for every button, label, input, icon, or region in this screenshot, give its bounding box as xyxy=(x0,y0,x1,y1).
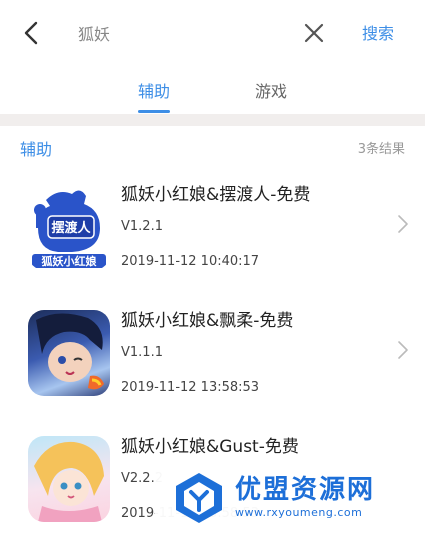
watermark-url: www.rxyoumeng.com xyxy=(235,505,363,519)
tab-bar: 辅助 游戏 xyxy=(0,66,425,114)
search-header: 搜索 xyxy=(0,0,425,66)
watermark: 优盟资源网 www.rxyoumeng.com xyxy=(155,463,416,532)
chevron-right-icon xyxy=(398,341,408,359)
app-icon-gust xyxy=(28,436,110,522)
clear-button[interactable] xyxy=(300,19,328,47)
tab-game[interactable]: 游戏 xyxy=(255,78,287,102)
back-button[interactable] xyxy=(18,18,44,48)
search-input[interactable] xyxy=(66,17,286,49)
clear-icon xyxy=(304,23,324,43)
item-title: 狐妖小红娘&飘柔-免费 xyxy=(121,311,294,331)
svg-text:摆渡人: 摆渡人 xyxy=(51,220,91,236)
tab-assist[interactable]: 辅助 xyxy=(138,78,170,102)
list-item[interactable]: 狐妖小红娘&飘柔-免费 V1.1.1 2019-11-12 13:58:53 xyxy=(0,296,425,421)
section-header: 辅助 3条结果 xyxy=(0,126,425,168)
result-count: 3条结果 xyxy=(357,142,405,157)
item-version: V1.2.1 xyxy=(121,219,163,234)
app-icon-baiduren: 摆渡人 狐妖小红娘 xyxy=(28,184,110,270)
item-title: 狐妖小红娘&Gust-免费 xyxy=(121,437,299,457)
item-title: 狐妖小红娘&摆渡人-免费 xyxy=(121,185,311,205)
app-icon-piaorou xyxy=(28,310,110,396)
section-divider xyxy=(0,114,425,126)
item-version: V1.1.1 xyxy=(121,345,163,360)
item-date: 2019-11-12 13:58:53 xyxy=(121,380,260,395)
chevron-right-icon xyxy=(398,215,408,233)
section-title: 辅助 xyxy=(20,140,53,159)
active-tab-indicator xyxy=(138,110,170,113)
item-date: 2019-11-12 10:40:17 xyxy=(121,254,260,269)
svg-text:狐妖小红娘: 狐妖小红娘 xyxy=(42,254,97,268)
list-item[interactable]: 摆渡人 狐妖小红娘 狐妖小红娘&摆渡人-免费 V1.2.1 2019-11-12… xyxy=(0,170,425,295)
watermark-text: 优盟资源网 www.rxyoumeng.com xyxy=(235,475,375,521)
back-arrow-icon xyxy=(24,21,38,45)
search-button[interactable]: 搜索 xyxy=(362,20,394,44)
watermark-name: 优盟资源网 xyxy=(235,474,376,505)
watermark-logo-icon xyxy=(176,472,222,523)
